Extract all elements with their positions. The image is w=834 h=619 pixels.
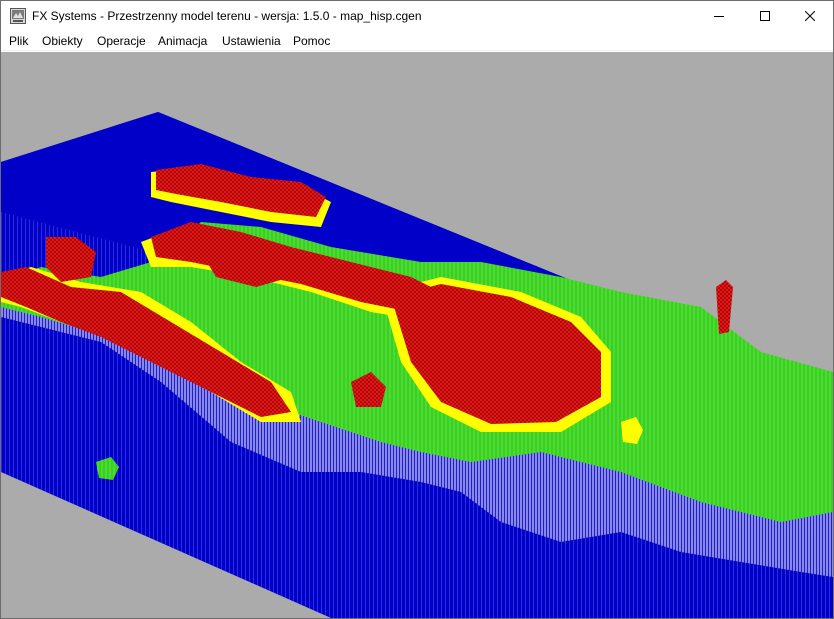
menu-plik[interactable]: Plik xyxy=(9,34,28,48)
app-icon[interactable] xyxy=(10,8,26,24)
terrain-highland-peak-east xyxy=(716,280,733,334)
close-button[interactable] xyxy=(787,1,833,31)
menu-ustawienia[interactable]: Ustawienia xyxy=(222,34,281,48)
application-window: FX Systems - Przestrzenny model terenu -… xyxy=(0,0,834,619)
maximize-icon xyxy=(760,11,770,21)
title-bar[interactable]: FX Systems - Przestrzenny model terenu -… xyxy=(1,1,833,31)
minimize-button[interactable] xyxy=(696,1,742,31)
minimize-icon xyxy=(714,11,724,21)
menu-bar: Plik Obiekty Operacje Animacja Ustawieni… xyxy=(1,31,833,51)
menu-operacje[interactable]: Operacje xyxy=(97,34,146,48)
maximize-button[interactable] xyxy=(742,1,788,31)
terrain-model-canvas[interactable] xyxy=(1,52,833,618)
window-title: FX Systems - Przestrzenny model terenu -… xyxy=(32,9,422,23)
menu-pomoc[interactable]: Pomoc xyxy=(293,34,330,48)
menu-animacja[interactable]: Animacja xyxy=(158,34,207,48)
close-icon xyxy=(805,11,815,21)
terrain-viewport[interactable] xyxy=(1,52,833,618)
menu-obiekty[interactable]: Obiekty xyxy=(42,34,83,48)
